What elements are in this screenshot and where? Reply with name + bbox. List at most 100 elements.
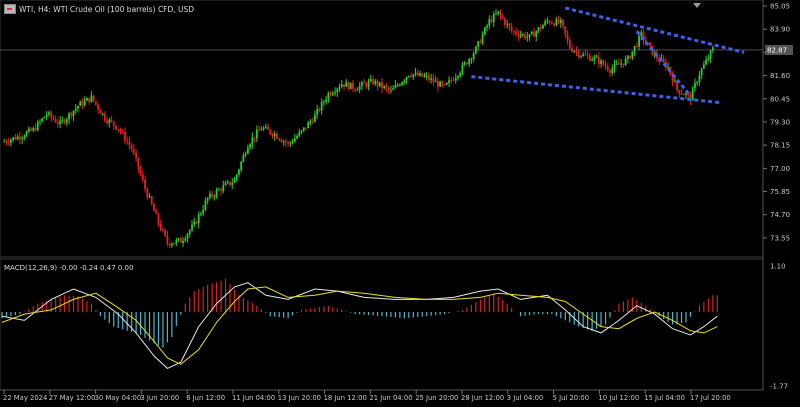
candle-bear [128,141,131,146]
price-axis-label: 85.05 [770,3,790,11]
candle-bear [141,174,144,180]
candle-bull [356,89,359,91]
candle-bear [602,60,605,65]
candle-bear [586,55,589,57]
candle-bull [322,101,325,103]
candle-bear [280,139,283,142]
price-axis-label: 78.15 [770,142,790,150]
candle-bear [126,140,129,142]
chart-window-icon[interactable] [4,4,16,14]
candle-bull [273,133,276,137]
candle-bear [678,89,681,94]
time-axis-label: 5 Jul 20:00 [553,394,589,402]
candle-bear [318,108,321,111]
candle-bear [164,229,167,236]
candle-bear [81,101,84,106]
candle-bull [191,224,193,231]
macd-axis-label: 1.10 [770,263,786,271]
candle-bull [262,128,265,130]
price-axis-label: 81.60 [770,72,790,80]
candle-bull [414,72,417,75]
candle-bull [177,238,180,240]
candle-bull [336,88,339,93]
candle-bull [638,35,640,47]
candle-bull [392,88,395,90]
candle-bull [360,82,363,86]
candle-bear [354,88,357,91]
candle-bear [510,26,513,32]
candle-bull [206,197,209,201]
candle-bull [72,110,75,117]
candle-bull [298,132,301,137]
candle-bull [445,83,448,85]
candle-bear [139,168,142,175]
candle-bull [3,141,6,143]
candle-bull [483,27,486,35]
candle-bull [182,240,184,243]
candle-bull [528,34,531,37]
candle-bull [345,82,348,87]
candle-bear [305,127,307,129]
candle-bear [533,31,535,37]
candle-bull [535,31,538,37]
candle-bear [63,119,66,123]
candle-bear [50,112,53,118]
candle-bear [112,121,115,126]
candle-bull [282,141,285,143]
price-axis-label: 79.30 [770,118,790,126]
candle-bull [401,82,404,86]
chart-shift-icon [693,3,701,8]
candle-bull [208,193,211,198]
candle-bull [506,23,509,25]
candle-bull [459,72,462,77]
candle-bull [302,127,305,131]
candle-bull [559,19,562,23]
candle-bull [251,137,254,145]
candle-bear [365,83,368,87]
candle-bull [340,84,343,88]
candle-bull [188,230,191,234]
candle-bear [376,80,379,86]
candle-bull [582,54,585,56]
candle-bear [421,73,424,77]
candle-bull [202,209,205,214]
candle-bear [97,104,100,110]
candle-bull [640,32,643,36]
time-axis-label: 11 Jun 04:00 [232,394,275,402]
candle-bull [620,63,623,65]
candle-bull [45,114,48,117]
candle-bull [246,147,249,154]
candle-bull [691,88,694,101]
candle-bull [495,13,497,15]
candle-bull [233,179,236,183]
candle-bull [222,185,225,192]
candle-bear [548,20,551,24]
candle-bear [682,94,685,96]
candle-bear [34,128,37,131]
candle-bear [276,133,278,139]
candle-bull [59,120,62,124]
macd-pane-frame [0,258,764,391]
macd-axis-label: -1.77 [770,383,788,391]
candle-bear [115,125,117,130]
chart-canvas[interactable]: 85.0583.9082.7581.6080.4579.3078.1577.00… [0,0,800,407]
candle-bear [5,141,8,143]
candle-bull [108,119,111,124]
candle-bull [260,129,263,131]
candle-bear [443,84,446,86]
candle-bull [470,58,473,60]
candle-bear [278,138,281,140]
candle-bull [419,73,421,76]
candle-bull [593,57,596,60]
price-axis-label: 74.70 [770,211,790,219]
candle-bear [30,128,32,131]
candle-bear [311,121,314,123]
candle-bear [106,120,108,124]
candle-bull [224,183,227,186]
candle-bull [74,108,77,111]
candle-bull [398,85,401,87]
candle-bull [707,58,710,60]
candle-bull [481,34,484,43]
candle-bull [173,243,176,245]
candle-bear [144,179,146,189]
